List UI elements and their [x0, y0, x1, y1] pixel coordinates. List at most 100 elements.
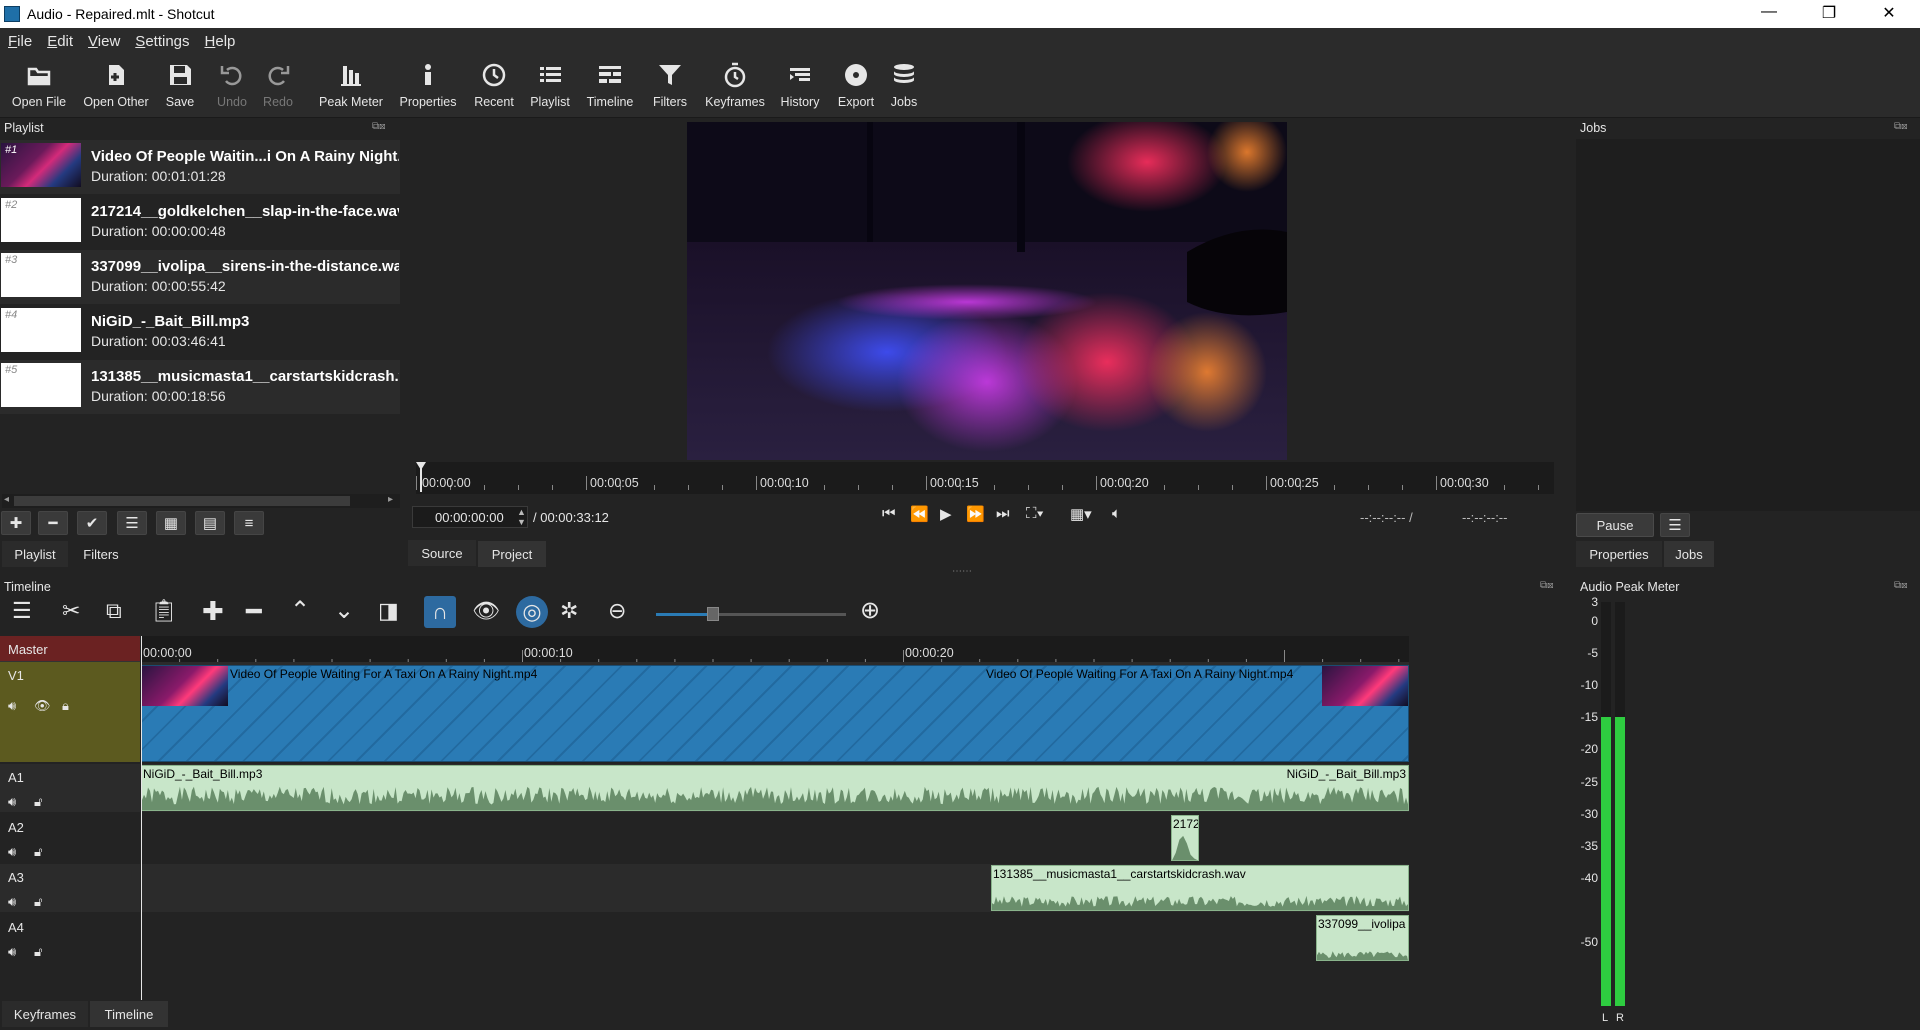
open-file-button[interactable]: Open File	[8, 60, 70, 109]
ripple-delete-icon[interactable]: ━	[246, 596, 262, 627]
unlock-icon[interactable]: 🔓︎	[34, 794, 42, 810]
zoom-in-icon[interactable]: ⊕	[860, 596, 880, 625]
export-button[interactable]: Export	[832, 60, 880, 109]
icons-view-icon[interactable]: ▤	[195, 511, 225, 535]
playlist-item[interactable]: #5 131385__musicmasta1__carstartskidcras…	[0, 360, 400, 414]
play-icon[interactable]: ▶	[940, 505, 952, 523]
undo-button[interactable]: Undo	[212, 60, 252, 109]
jobs-button[interactable]: Jobs	[882, 60, 926, 109]
grid-icon[interactable]: ▦▾	[1070, 505, 1092, 523]
playlist-item[interactable]: #2 217214__goldkelchen__slap-in-the-face…	[0, 195, 400, 249]
properties-button[interactable]: Properties	[396, 60, 460, 109]
unlock-icon[interactable]: 🔓︎	[34, 894, 42, 910]
float-panel-icon[interactable]: ⧉⊠	[1540, 580, 1554, 591]
menu-file[interactable]: File	[8, 33, 32, 50]
float-panel-icon[interactable]: ⧉⊠	[1894, 121, 1908, 132]
timeline-menu-icon[interactable]: ☰	[12, 598, 32, 624]
tab-filters[interactable]: Filters	[70, 541, 132, 567]
peak-meter-button[interactable]: Peak Meter	[316, 60, 386, 109]
lift-icon[interactable]: ⌃	[290, 596, 310, 625]
restore-button[interactable]: ❐	[1806, 3, 1852, 23]
volume-mute-icon[interactable]: 🔈︎	[1112, 505, 1121, 522]
details-view-icon[interactable]: ☰	[117, 511, 147, 535]
ripple-all-tracks-icon[interactable]: ✲	[560, 598, 578, 624]
split-icon[interactable]: ◨	[378, 598, 399, 624]
tiles-view-icon[interactable]: ▦	[156, 511, 186, 535]
lock-icon[interactable]: 🔒︎	[62, 698, 69, 714]
keyframes-button[interactable]: Keyframes	[702, 60, 768, 109]
audio-clip[interactable]: 131385__musicmasta1__carstartskidcrash.w…	[991, 865, 1409, 911]
scrub-drag-icon[interactable]: 👁︎	[472, 598, 500, 624]
mute-icon[interactable]: 🔊︎	[8, 794, 16, 810]
zoom-slider[interactable]	[656, 607, 846, 621]
video-clip[interactable]: Video Of People Waiting For A Taxi On A …	[141, 665, 1409, 762]
playlist-hscrollbar[interactable]: ◂ ▸	[2, 494, 400, 508]
scrollbar-handle[interactable]	[14, 496, 350, 506]
audio-clip[interactable]: NiGiD_-_Bait_Bill.mp3 NiGiD_-_Bait_Bill.…	[141, 765, 1409, 811]
timeline-ruler[interactable]: 00:00:00 00:00:10 00:00:20	[141, 636, 1409, 662]
menu-view[interactable]: View	[88, 33, 120, 50]
playlist-button[interactable]: Playlist	[526, 60, 574, 109]
redo-button[interactable]: Redo	[258, 60, 298, 109]
player-scrubber[interactable]: 00:00:00 00:00:05 00:00:10 00:00:15 00:0…	[416, 462, 1554, 494]
rewind-icon[interactable]: ⏪	[910, 505, 929, 523]
timecode-spin-icon[interactable]: ▲ ▼	[517, 507, 526, 527]
float-panel-icon[interactable]: ⧉⊠	[1894, 580, 1908, 591]
unlock-icon[interactable]: 🔓︎	[34, 944, 42, 960]
playhead-marker[interactable]	[416, 462, 426, 492]
mute-icon[interactable]: 🔊︎	[8, 844, 16, 860]
tab-project[interactable]: Project	[478, 541, 546, 567]
fast-forward-icon[interactable]: ⏩	[966, 505, 985, 523]
scroll-right-icon[interactable]: ▸	[388, 494, 393, 505]
mute-icon[interactable]: 🔊︎	[8, 944, 16, 960]
zoom-slider-handle[interactable]	[707, 607, 719, 621]
playlist-item[interactable]: #1 Video Of People Waitin...i On A Rainy…	[0, 140, 400, 194]
timeline-playhead[interactable]	[141, 636, 142, 1000]
track-header-a3[interactable]: A3 🔊︎ 🔓︎	[0, 864, 140, 912]
hide-eye-icon[interactable]: 👁︎	[34, 698, 51, 714]
unlock-icon[interactable]: 🔓︎	[34, 844, 42, 860]
skip-previous-icon[interactable]: ⏮	[882, 505, 896, 522]
paste-icon[interactable]: 📋︎	[150, 598, 178, 624]
tab-source[interactable]: Source	[408, 540, 476, 566]
add-icon[interactable]: ✚	[1, 511, 31, 535]
open-other-button[interactable]: Open Other	[80, 60, 152, 109]
skip-next-icon[interactable]: ⏭	[996, 505, 1010, 522]
history-button[interactable]: History	[776, 60, 824, 109]
remove-icon[interactable]: ━	[38, 511, 68, 535]
playlist-menu-icon[interactable]: ≡	[234, 511, 264, 535]
tab-properties[interactable]: Properties	[1576, 541, 1662, 567]
tab-timeline[interactable]: Timeline	[90, 1001, 168, 1027]
splitter-handle[interactable]: ⋯⋯	[952, 566, 972, 577]
menu-edit[interactable]: Edit	[47, 33, 73, 50]
timecode-field[interactable]: 00:00:00:00 ▲ ▼	[412, 506, 528, 528]
track-header-a1[interactable]: A1 🔊︎ 🔓︎	[0, 764, 140, 812]
timeline-button[interactable]: Timeline	[582, 60, 638, 109]
update-check-icon[interactable]: ✔	[77, 511, 107, 535]
track-header-a2[interactable]: A2 🔊︎ 🔓︎	[0, 814, 140, 862]
master-track-header[interactable]: Master	[0, 636, 140, 662]
menu-help[interactable]: Help	[205, 33, 236, 50]
audio-clip[interactable]: 337099__ivolipa	[1316, 915, 1409, 961]
jobs-menu-icon[interactable]: ☰	[1660, 513, 1690, 537]
track-header-a4[interactable]: A4 🔊︎ 🔓︎	[0, 914, 140, 962]
pause-button[interactable]: Pause	[1576, 513, 1654, 537]
save-button[interactable]: Save	[160, 60, 200, 109]
float-panel-icon[interactable]: ⧉⊠	[372, 121, 386, 132]
mute-icon[interactable]: 🔊︎	[8, 698, 16, 714]
tab-playlist[interactable]: Playlist	[2, 541, 68, 567]
recent-button[interactable]: Recent	[470, 60, 518, 109]
menu-settings[interactable]: Settings	[135, 33, 189, 50]
playlist-item[interactable]: #4 NiGiD_-_Bait_Bill.mp3 Duration: 00:03…	[0, 305, 400, 359]
filters-button[interactable]: Filters	[646, 60, 694, 109]
track-header-v1[interactable]: V1 🔊︎ 👁︎ 🔒︎	[0, 662, 140, 762]
mute-icon[interactable]: 🔊︎	[8, 894, 16, 910]
playlist-item[interactable]: #3 337099__ivolipa__sirens-in-the-distan…	[0, 250, 400, 304]
ripple-icon[interactable]: ◎	[516, 596, 548, 628]
overwrite-icon[interactable]: ⌄	[334, 596, 354, 625]
zoom-out-icon[interactable]: ⊖	[608, 598, 626, 624]
snap-magnet-icon[interactable]: ∩	[424, 596, 456, 628]
copy-icon[interactable]: ⧉	[106, 598, 122, 624]
minimize-button[interactable]: —	[1746, 3, 1792, 21]
audio-clip[interactable]: 2172	[1171, 815, 1199, 861]
